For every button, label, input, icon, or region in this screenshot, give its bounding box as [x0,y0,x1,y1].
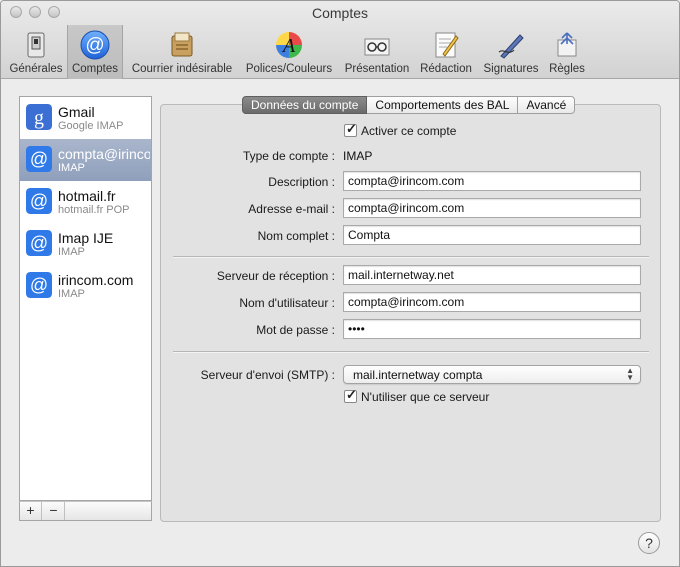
viewing-glasses-icon [364,38,390,56]
toolbar-label: Générales [9,63,63,75]
account-list: g Gmail Google IMAP @ compta@irincom.com… [19,96,152,501]
smtp-server-popup[interactable]: mail.internetway compta ▲ ▼ [343,365,641,384]
description-field[interactable]: compta@irincom.com [343,171,641,191]
svg-text:@: @ [85,35,104,56]
account-type: Google IMAP [58,120,124,132]
tab-donnees-du-compte[interactable]: Données du compte [242,96,368,114]
account-type: IMAP [58,246,85,258]
toolbar-redaction[interactable]: Rédaction [415,25,477,79]
account-details-panel [160,104,661,522]
tab-avance[interactable]: Avancé [518,96,576,114]
tab-bar: Données du compte Comportements des BAL … [242,96,576,114]
incoming-server-field[interactable]: mail.internetway.net [343,265,641,285]
popup-arrows-icon: ▲ ▼ [626,366,634,382]
google-icon: g [26,104,52,130]
remove-account-button[interactable]: − [43,502,65,520]
smtp-server-value: mail.internetway compta [353,368,483,382]
account-type: hotmail.fr POP [58,204,130,216]
account-type-label: Type de compte : [242,149,335,163]
at-sign-icon: @ [26,230,52,256]
at-sign-icon: @ [26,146,52,172]
svg-text:@: @ [30,233,48,253]
account-name: irincom.com [58,272,134,288]
account-item[interactable]: @ hotmail.fr hotmail.fr POP [20,181,151,223]
toolbar-regles[interactable]: Règles [545,25,589,79]
description-label: Description : [268,175,335,189]
at-sign-icon: @ [26,188,52,214]
fonts-colors-icon: A [276,32,302,58]
toolbar-presentation[interactable]: Présentation [341,25,413,79]
email-field[interactable]: compta@irincom.com [343,198,641,218]
account-name: hotmail.fr [58,188,116,204]
full-name-field[interactable]: Compta [343,225,641,245]
toolbar-label: Polices/Couleurs [245,63,333,75]
email-label: Adresse e-mail : [248,202,335,216]
account-name: Gmail [58,104,95,120]
window-title: Comptes [311,5,369,21]
activate-account-label: Activer ce compte [361,124,457,138]
signature-pen-icon [498,34,524,59]
tab-comportements-des-bal[interactable]: Comportements des BAL [367,96,519,114]
toolbar-courrier-indesirable[interactable]: Courrier indésirable [127,25,237,79]
accounts-preferences-window: Comptes Générales @ Comptes Courrier ind… [0,0,680,567]
at-sign-icon: @ [26,272,52,298]
svg-text:@: @ [30,191,48,211]
checkmark-icon: ✓ [346,387,357,402]
full-name-label: Nom complet : [257,229,335,243]
account-name: compta@irincom.com [58,146,150,162]
toolbar-label: Présentation [344,63,410,75]
svg-text:@: @ [30,275,48,295]
account-type: IMAP [58,288,85,300]
account-type-value: IMAP [343,149,373,163]
svg-text:@: @ [30,149,48,169]
toolbar-label: Rédaction [420,63,472,75]
username-field[interactable]: compta@irincom.com [343,292,641,312]
only-this-server-label: N'utiliser que ce serveur [361,390,490,404]
separator [173,256,649,257]
password-label: Mot de passe : [256,323,335,337]
help-button[interactable]: ? [638,532,660,554]
titlebar-toolbar: Comptes Générales @ Comptes Courrier ind… [1,1,679,79]
separator [173,351,649,352]
toolbar-label: Comptes [71,63,119,75]
password-field[interactable]: •••• [343,319,641,339]
at-sign-icon: @ [80,30,110,60]
account-item-selected[interactable]: @ compta@irincom.com IMAP [20,139,151,181]
add-account-button[interactable]: + [20,502,42,520]
toolbar-polices-couleurs[interactable]: A Polices/Couleurs [241,25,337,79]
toolbar-signatures[interactable]: Signatures [479,25,543,79]
composing-icon [435,32,459,58]
switch-icon [27,32,45,58]
svg-text:A: A [281,35,296,57]
account-item[interactable]: @ irincom.com IMAP [20,265,151,307]
account-type: IMAP [58,162,85,174]
account-item[interactable]: @ Imap IJE IMAP [20,223,151,265]
svg-text:g: g [34,107,44,129]
account-item[interactable]: g Gmail Google IMAP [20,97,151,139]
toolbar-label: Règles [549,63,585,75]
activate-account-checkbox[interactable]: ✓ [344,121,357,137]
smtp-server-label: Serveur d'envoi (SMTP) : [200,368,335,382]
username-label: Nom d'utilisateur : [239,296,335,310]
account-list-buttons: + − [19,501,152,521]
incoming-server-label: Serveur de réception : [216,269,335,283]
account-name: Imap IJE [58,230,114,246]
junk-mail-icon [171,32,193,57]
only-this-server-checkbox[interactable]: ✓ [344,387,357,403]
toolbar-comptes[interactable]: @ Comptes [67,25,123,79]
toolbar-generales[interactable]: Générales [7,25,65,79]
rules-icon [557,32,577,57]
toolbar-label: Courrier indésirable [131,63,233,75]
toolbar-label: Signatures [483,63,539,75]
checkmark-icon: ✓ [346,121,357,136]
